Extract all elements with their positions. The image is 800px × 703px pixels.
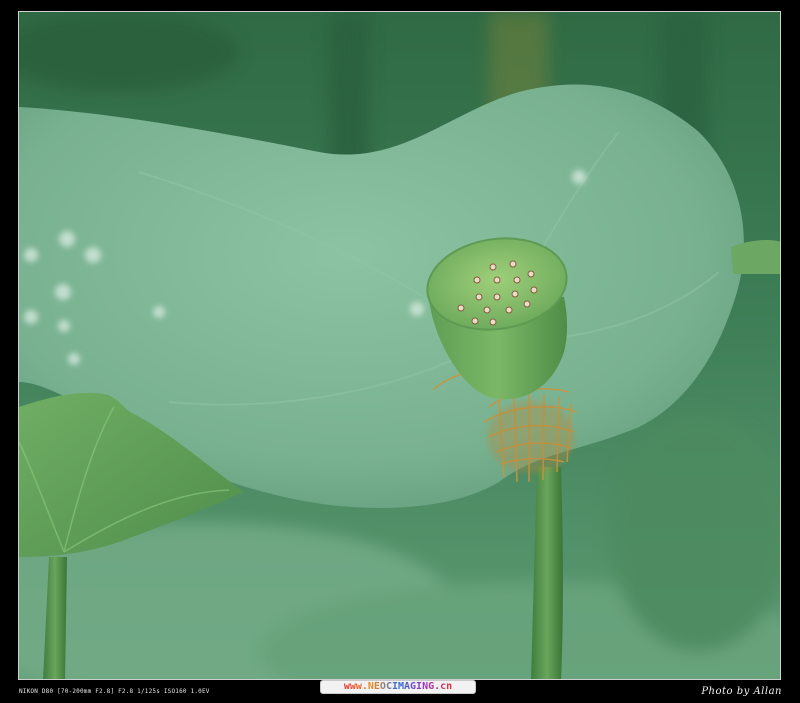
photo-frame: NIKON D80 [70-200mm F2.8] F2.8 1/125s IS… xyxy=(0,0,800,703)
photo-credit: Photo by Allan xyxy=(701,686,782,697)
website-text[interactable]: www.NEOCIMAGING.cn xyxy=(344,681,452,692)
website-watermark[interactable]: www.NEOCIMAGING.cn xyxy=(320,680,476,694)
lotus-photo xyxy=(18,11,781,680)
exif-info: NIKON D80 [70-200mm F2.8] F2.8 1/125s IS… xyxy=(19,688,210,695)
